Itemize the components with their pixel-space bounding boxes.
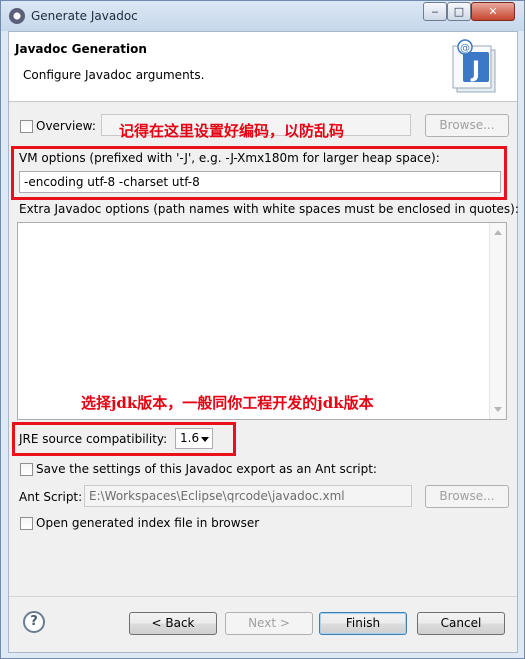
close-button[interactable]: ✕ (471, 2, 515, 21)
dialog-window: Generate Javadoc ‒ □ ✕ Javadoc Generatio… (0, 0, 525, 659)
ant-script-browse-button[interactable]: Browse... (425, 485, 509, 508)
minimize-button[interactable]: ‒ (423, 2, 447, 21)
vm-options-label: VM options (prefixed with '-J', e.g. -J-… (19, 151, 440, 165)
ant-script-input[interactable]: E:\Workspaces\Eclipse\qrcode\javadoc.xml (84, 485, 412, 507)
overview-browse-button[interactable]: Browse... (425, 114, 509, 137)
back-button[interactable]: < Back (129, 612, 217, 635)
window-title: Generate Javadoc (31, 9, 138, 23)
svg-text:J: J (470, 58, 480, 83)
help-icon[interactable]: ? (23, 611, 45, 633)
banner-description: Configure Javadoc arguments. (23, 68, 205, 82)
extra-options-label: Extra Javadoc options (path names with w… (19, 202, 519, 216)
dialog-client-area: Javadoc Generation Configure Javadoc arg… (8, 31, 519, 653)
vm-options-input[interactable]: -encoding utf-8 -charset utf-8 (19, 171, 501, 193)
extra-options-scrollbar[interactable] (489, 223, 506, 419)
cancel-button[interactable]: Cancel (417, 612, 505, 635)
svg-text:@: @ (460, 43, 470, 54)
jre-select[interactable]: 1.6 (175, 428, 213, 449)
overview-checkbox[interactable] (20, 120, 33, 133)
footer-separator (9, 596, 517, 597)
wizard-banner: Javadoc Generation Configure Javadoc arg… (9, 32, 517, 102)
jre-label: JRE source compatibility: (19, 432, 168, 446)
save-ant-label: Save the settings of this Javadoc export… (36, 462, 377, 476)
scroll-up-icon[interactable] (494, 230, 502, 235)
encoding-annotation: 记得在这里设置好编码，以防乱码 (119, 122, 345, 140)
maximize-button[interactable]: □ (447, 2, 471, 21)
extra-options-textarea[interactable] (17, 222, 507, 420)
dropdown-caret-icon (201, 437, 209, 442)
overview-label: Overview: (36, 119, 96, 133)
javadoc-logo-icon: J @ (452, 39, 496, 93)
scroll-down-icon[interactable] (494, 407, 502, 412)
save-ant-checkbox[interactable] (20, 463, 33, 476)
next-button[interactable]: Next > (225, 612, 313, 635)
open-index-label: Open generated index file in browser (36, 516, 260, 530)
banner-title: Javadoc Generation (15, 42, 147, 56)
jre-selected-value: 1.6 (180, 431, 200, 445)
ant-script-label: Ant Script: (19, 490, 83, 504)
title-bar: Generate Javadoc ‒ □ ✕ (1, 1, 524, 31)
eclipse-app-icon (9, 8, 25, 24)
jdk-annotation: 选择jdk版本，一般同你工程开发的jdk版本 (81, 394, 374, 412)
finish-button[interactable]: Finish (319, 612, 407, 635)
open-index-checkbox[interactable] (20, 517, 33, 530)
